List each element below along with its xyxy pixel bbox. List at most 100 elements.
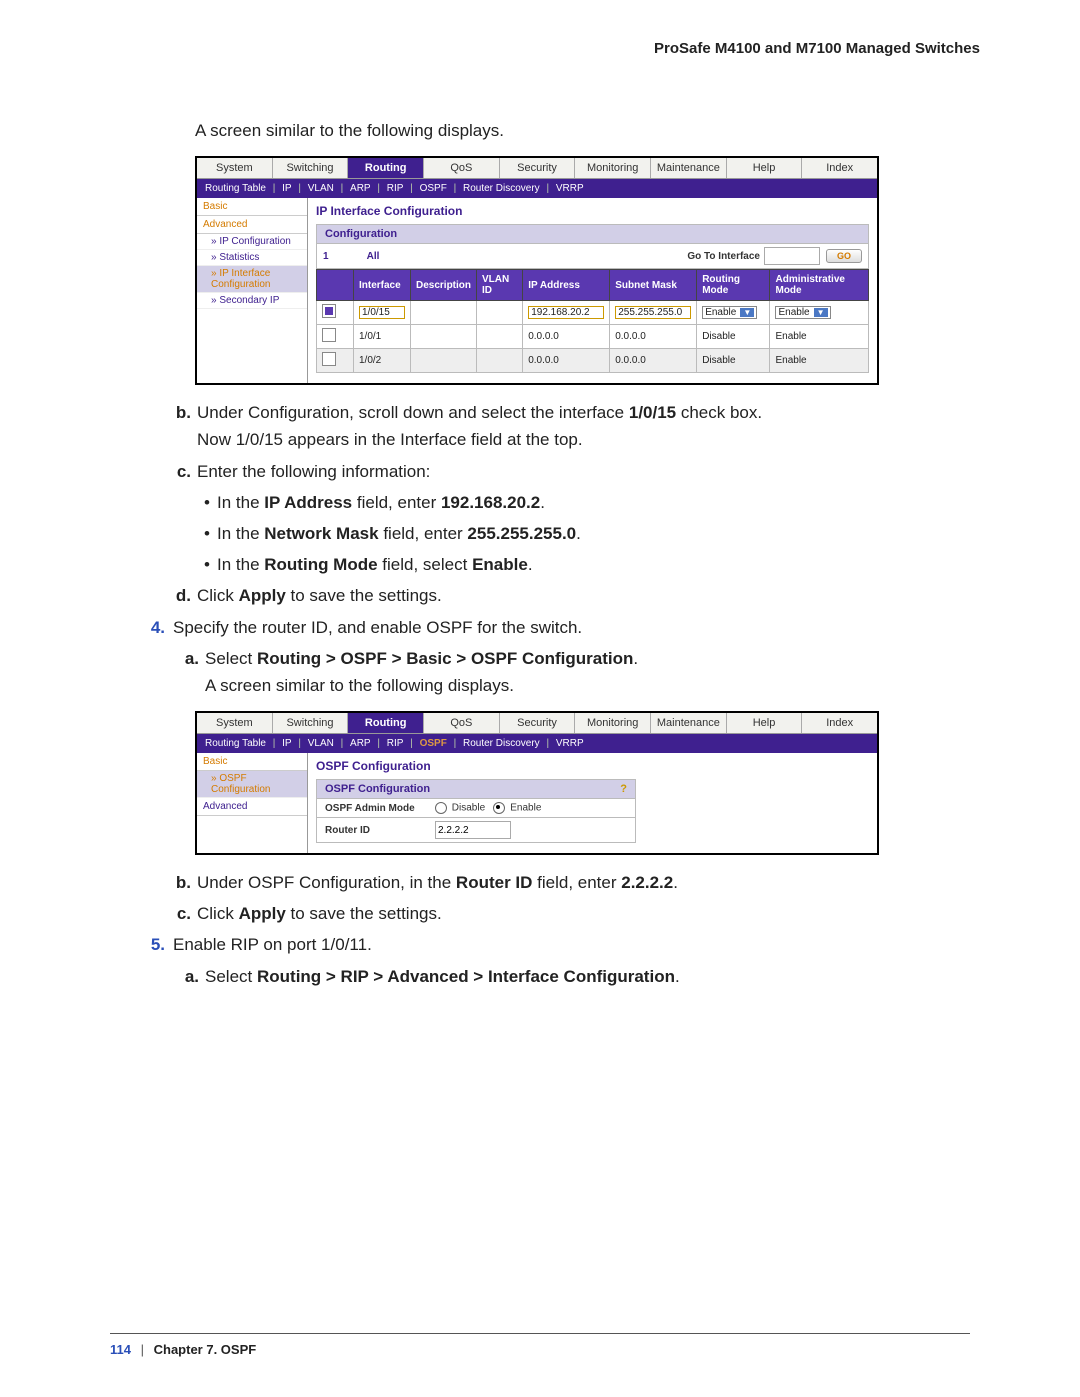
- step-d-text: Click Apply to save the settings.: [197, 582, 980, 609]
- goto-label: Go To Interface: [687, 251, 760, 262]
- col-mask: Subnet Mask: [610, 270, 697, 301]
- step4c-marker: c.: [165, 900, 197, 927]
- sidebar-ospf-config[interactable]: » OSPF Configuration: [197, 771, 307, 798]
- enable-radio[interactable]: [493, 802, 505, 814]
- sidebar-advanced[interactable]: Advanced: [197, 216, 307, 234]
- ip-interface-screenshot: System Switching Routing QoS Security Mo…: [195, 156, 879, 385]
- page-footer: 114 | Chapter 7. OSPF: [110, 1333, 970, 1357]
- tab-routing[interactable]: Routing: [348, 158, 424, 178]
- step-c-marker: c.: [165, 458, 197, 579]
- tab-index[interactable]: Index: [802, 713, 877, 733]
- subtab-routing-table[interactable]: Routing Table: [205, 183, 266, 194]
- goto-input[interactable]: [764, 247, 820, 265]
- subtab-vrrp[interactable]: VRRP: [556, 183, 584, 194]
- left-sidebar: Basic Advanced » IP Configuration » Stat…: [197, 198, 308, 383]
- subtab-ip[interactable]: IP: [282, 738, 291, 749]
- sidebar-advanced[interactable]: Advanced: [197, 798, 307, 816]
- chapter-label: Chapter 7. OSPF: [154, 1342, 257, 1357]
- main-content: IP Interface Configuration Configuration…: [308, 198, 877, 383]
- tab-system[interactable]: System: [197, 713, 273, 733]
- row-checkbox[interactable]: [322, 304, 336, 318]
- page-all[interactable]: All: [343, 251, 403, 262]
- step4b-marker: b.: [165, 869, 197, 896]
- step4a-marker: a.: [173, 645, 205, 699]
- admin-mode-label: OSPF Admin Mode: [325, 803, 435, 814]
- sidebar-basic[interactable]: Basic: [197, 753, 307, 771]
- step-b-marker: b.: [165, 399, 197, 453]
- desc-cell: [411, 349, 477, 373]
- row-checkbox[interactable]: [322, 328, 336, 342]
- main-tabs-2: System Switching Routing QoS Security Mo…: [197, 713, 877, 734]
- page-1[interactable]: 1: [323, 251, 343, 262]
- disable-radio[interactable]: [435, 802, 447, 814]
- subtab-router-discovery[interactable]: Router Discovery: [463, 738, 540, 749]
- tab-system[interactable]: System: [197, 158, 273, 178]
- subtab-routing-table[interactable]: Routing Table: [205, 738, 266, 749]
- subtab-arp[interactable]: ARP: [350, 183, 371, 194]
- go-button[interactable]: GO: [826, 249, 862, 263]
- sidebar-basic[interactable]: Basic: [197, 198, 307, 216]
- subtab-vlan[interactable]: VLAN: [308, 183, 334, 194]
- ip-address-input[interactable]: 192.168.20.2: [528, 306, 604, 319]
- admin-mode-select[interactable]: Enable▼: [775, 306, 830, 319]
- mask-cell: 0.0.0.0: [610, 349, 697, 373]
- tab-help[interactable]: Help: [727, 713, 803, 733]
- help-icon[interactable]: ?: [620, 783, 627, 795]
- sidebar-stats[interactable]: » Statistics: [197, 250, 307, 266]
- subtab-rip[interactable]: RIP: [387, 183, 404, 194]
- tab-qos[interactable]: QoS: [424, 158, 500, 178]
- col-rmode: Routing Mode: [697, 270, 770, 301]
- tab-index[interactable]: Index: [802, 158, 877, 178]
- sidebar-ip-interface-config[interactable]: » IP Interface Configuration: [197, 266, 307, 293]
- subtab-arp[interactable]: ARP: [350, 738, 371, 749]
- section-title: IP Interface Configuration: [316, 204, 869, 218]
- subtab-ip[interactable]: IP: [282, 183, 291, 194]
- router-id-label: Router ID: [325, 825, 435, 836]
- tab-qos[interactable]: QoS: [424, 713, 500, 733]
- vlan-cell: [477, 325, 523, 349]
- sub-tabs: Routing Table | IP | VLAN | ARP | RIP | …: [197, 179, 877, 198]
- iface-input[interactable]: 1/0/15: [359, 306, 405, 319]
- col-interface: Interface: [354, 270, 411, 301]
- ospf-panel-header: OSPF Configuration ?: [316, 779, 636, 799]
- tab-routing[interactable]: Routing: [348, 713, 424, 733]
- ospf-admin-row: OSPF Admin Mode Disable Enable: [316, 799, 636, 818]
- desc-cell: [411, 301, 477, 325]
- subtab-vrrp[interactable]: VRRP: [556, 738, 584, 749]
- tab-switching[interactable]: Switching: [273, 713, 349, 733]
- tab-switching[interactable]: Switching: [273, 158, 349, 178]
- tab-maintenance[interactable]: Maintenance: [651, 713, 727, 733]
- tab-maintenance[interactable]: Maintenance: [651, 158, 727, 178]
- configuration-heading: Configuration: [316, 224, 869, 243]
- tab-monitoring[interactable]: Monitoring: [575, 158, 651, 178]
- desc-cell: [411, 325, 477, 349]
- tab-help[interactable]: Help: [727, 158, 803, 178]
- amode-cell: Enable: [770, 325, 869, 349]
- tab-security[interactable]: Security: [500, 713, 576, 733]
- sidebar-secondary-ip[interactable]: » Secondary IP: [197, 293, 307, 309]
- subtab-ospf[interactable]: OSPF: [420, 183, 447, 194]
- col-checkbox: [317, 270, 354, 301]
- subtab-rip[interactable]: RIP: [387, 738, 404, 749]
- subnet-input[interactable]: 255.255.255.0: [615, 306, 691, 319]
- subtab-ospf[interactable]: OSPF: [420, 738, 447, 749]
- subtab-vlan[interactable]: VLAN: [308, 738, 334, 749]
- row-checkbox[interactable]: [322, 352, 336, 366]
- tab-monitoring[interactable]: Monitoring: [575, 713, 651, 733]
- col-description: Description: [411, 270, 477, 301]
- col-amode: Administrative Mode: [770, 270, 869, 301]
- iface-cell: 1/0/1: [354, 325, 411, 349]
- amode-cell: Enable: [770, 349, 869, 373]
- iface-cell: 1/0/2: [354, 349, 411, 373]
- chevron-down-icon: ▼: [814, 308, 828, 317]
- step4c-text: Click Apply to save the settings.: [197, 900, 980, 927]
- tab-security[interactable]: Security: [500, 158, 576, 178]
- step4a-text: Select Routing > OSPF > Basic > OSPF Con…: [205, 645, 980, 699]
- step-c-text: Enter the following information: •In the…: [197, 458, 980, 579]
- routing-mode-select[interactable]: Enable▼: [702, 306, 757, 319]
- step5a-marker: a.: [173, 963, 205, 990]
- router-id-input[interactable]: [435, 821, 511, 839]
- step5-text: Enable RIP on port 1/0/11.: [173, 935, 372, 954]
- subtab-router-discovery[interactable]: Router Discovery: [463, 183, 540, 194]
- sidebar-ip-config[interactable]: » IP Configuration: [197, 234, 307, 250]
